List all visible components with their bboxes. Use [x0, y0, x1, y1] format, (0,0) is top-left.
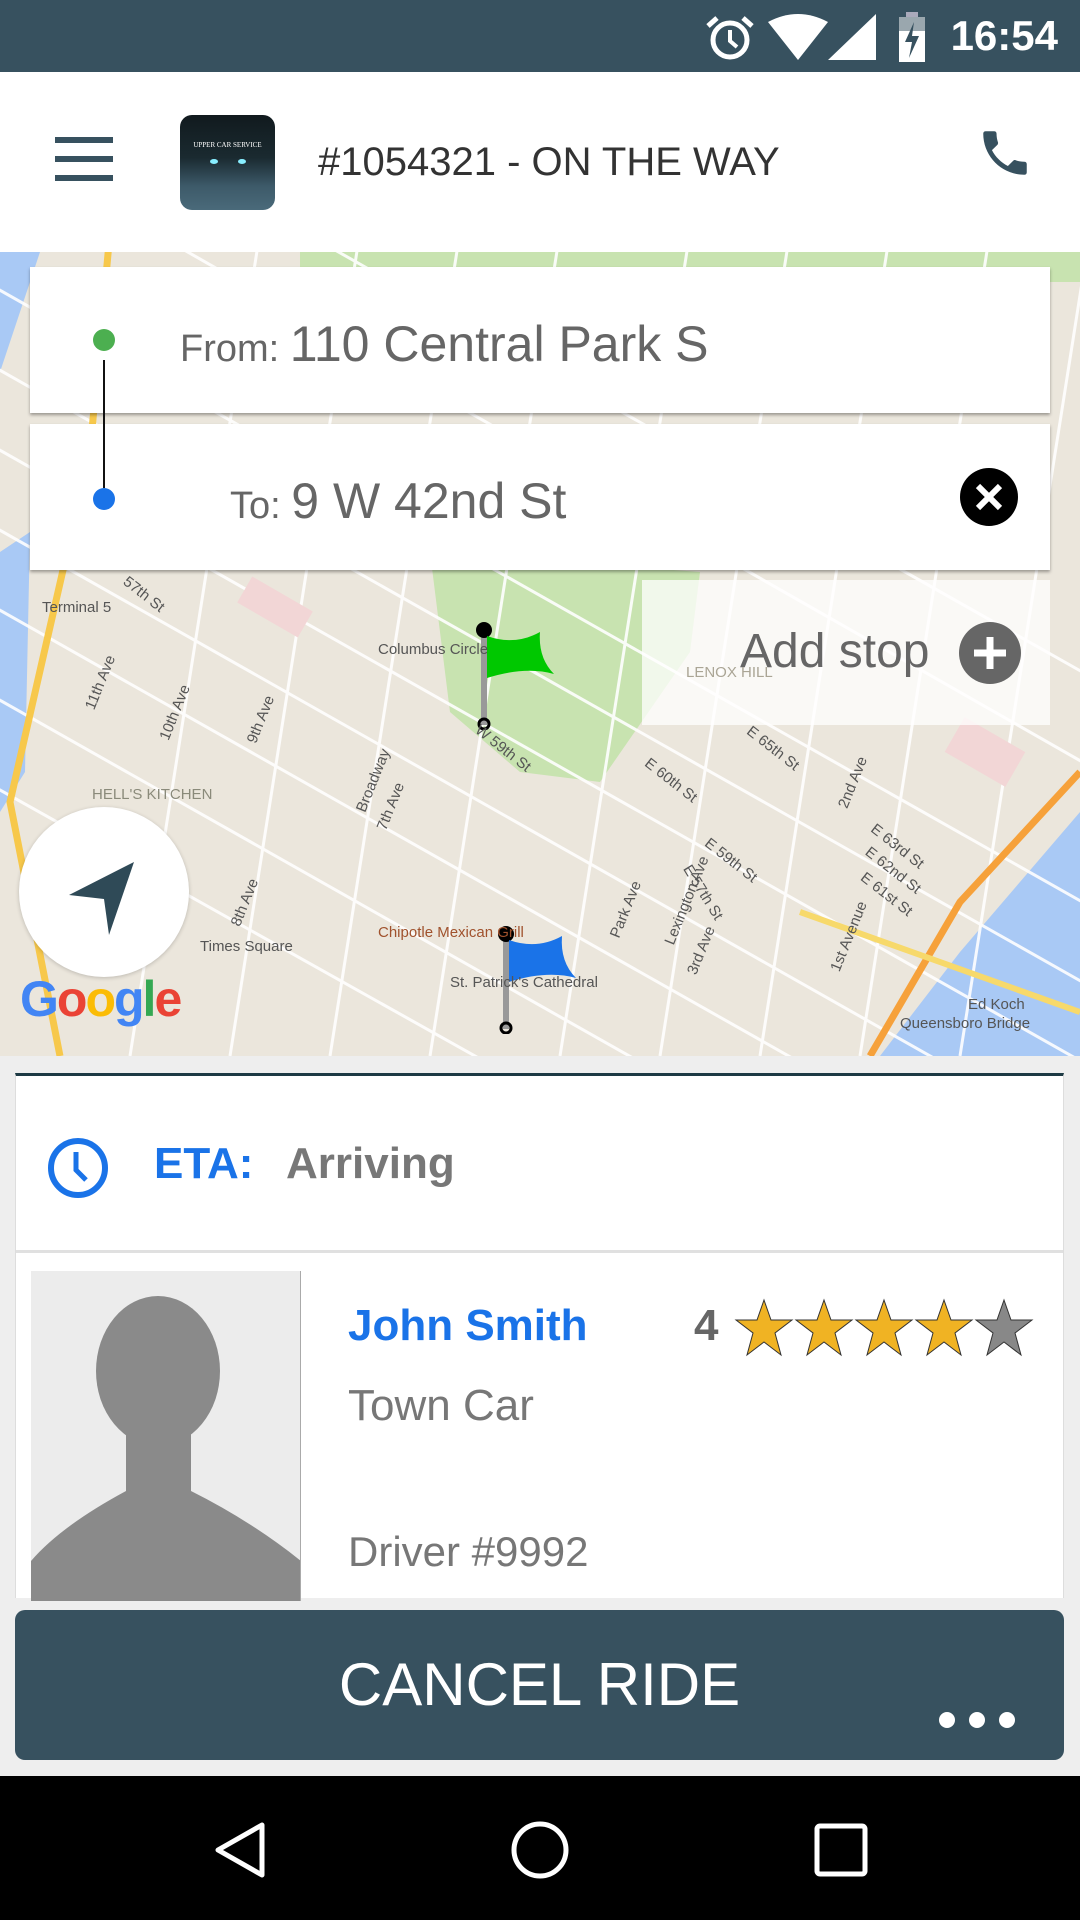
star-filled-icon: [914, 1298, 974, 1357]
driver-name: John Smith: [348, 1301, 588, 1350]
battery-charging-icon: [899, 12, 925, 62]
star-filled-icon: [794, 1298, 854, 1357]
page-title: #1054321 - ON THE WAY: [318, 140, 780, 184]
driver-id: Driver #9992: [348, 1528, 589, 1575]
origin-dot-icon: [93, 329, 115, 351]
eta-row: ETA: Arriving: [16, 1076, 1063, 1253]
from-label: From:: [180, 328, 280, 370]
clock: 16:54: [950, 12, 1058, 59]
to-label: To:: [230, 485, 281, 527]
map-label: Times Square: [200, 938, 293, 955]
clock-icon: [48, 1138, 108, 1198]
wifi-icon: [768, 14, 828, 60]
avatar-placeholder-icon: [31, 1296, 300, 1601]
star-filled-icon: [734, 1298, 794, 1357]
origin-flag-icon: [476, 622, 554, 730]
signal-icon: [828, 14, 876, 60]
rating-stars: [734, 1298, 1034, 1358]
map-label: Terminal 5: [42, 599, 112, 616]
home-icon[interactable]: [510, 1820, 570, 1880]
to-field[interactable]: To: 9 W 42nd St: [30, 424, 1050, 570]
vehicle-type: Town Car: [348, 1381, 534, 1430]
map-label: LENOX HILL: [686, 664, 773, 681]
alarm-icon: [706, 16, 754, 60]
add-stop-button[interactable]: Add stop: [642, 580, 1050, 725]
to-value: 9 W 42nd St: [291, 473, 567, 529]
eta-value: Arriving: [286, 1139, 455, 1188]
star-empty-icon: [974, 1298, 1034, 1357]
company-logo: UPPER CAR SERVICE: [180, 115, 275, 210]
from-field[interactable]: From: 110 Central Park S: [30, 267, 1050, 413]
google-logo: Google: [20, 971, 182, 1027]
rating-value: 4: [694, 1301, 719, 1350]
plus-icon: [959, 622, 1021, 684]
map-label: HELL'S KITCHEN: [92, 786, 213, 803]
status-bar: 16:54: [0, 0, 1080, 72]
from-value: 110 Central Park S: [289, 316, 709, 372]
route-connector: [103, 360, 105, 488]
map-label: Columbus Circle: [378, 641, 489, 658]
driver-photo: [31, 1271, 301, 1601]
clear-destination-icon[interactable]: [960, 468, 1018, 526]
cancel-ride-label: CANCEL RIDE: [338, 1651, 741, 1718]
more-horizontal-icon[interactable]: [937, 1710, 1017, 1730]
back-icon[interactable]: [212, 1820, 268, 1880]
map-label: Ed Koch: [968, 996, 1025, 1013]
map-label: Chipotle Mexican Grill: [378, 924, 524, 941]
my-location-button[interactable]: [19, 807, 189, 977]
phone-icon[interactable]: [975, 124, 1035, 182]
system-nav-bar: [0, 1776, 1080, 1920]
map-label: Queensboro Bridge: [900, 1015, 1031, 1032]
app-header: UPPER CAR SERVICE #1054321 - ON THE WAY: [0, 72, 1080, 252]
cancel-ride-button[interactable]: CANCEL RIDE: [15, 1610, 1064, 1760]
ride-details-panel: ETA: Arriving John Smith Town Car Driver…: [15, 1073, 1064, 1601]
map-view[interactable]: Terminal 5 Columbus Circle HELL'S KITCHE…: [0, 252, 1080, 1056]
destination-dot-icon: [93, 488, 115, 510]
star-filled-icon: [854, 1298, 914, 1357]
eta-label: ETA:: [154, 1139, 254, 1188]
hamburger-icon[interactable]: [55, 137, 113, 181]
navigation-arrow-icon: [69, 862, 134, 935]
recents-icon[interactable]: [814, 1823, 868, 1877]
map-label: St. Patrick's Cathedral: [450, 974, 598, 991]
